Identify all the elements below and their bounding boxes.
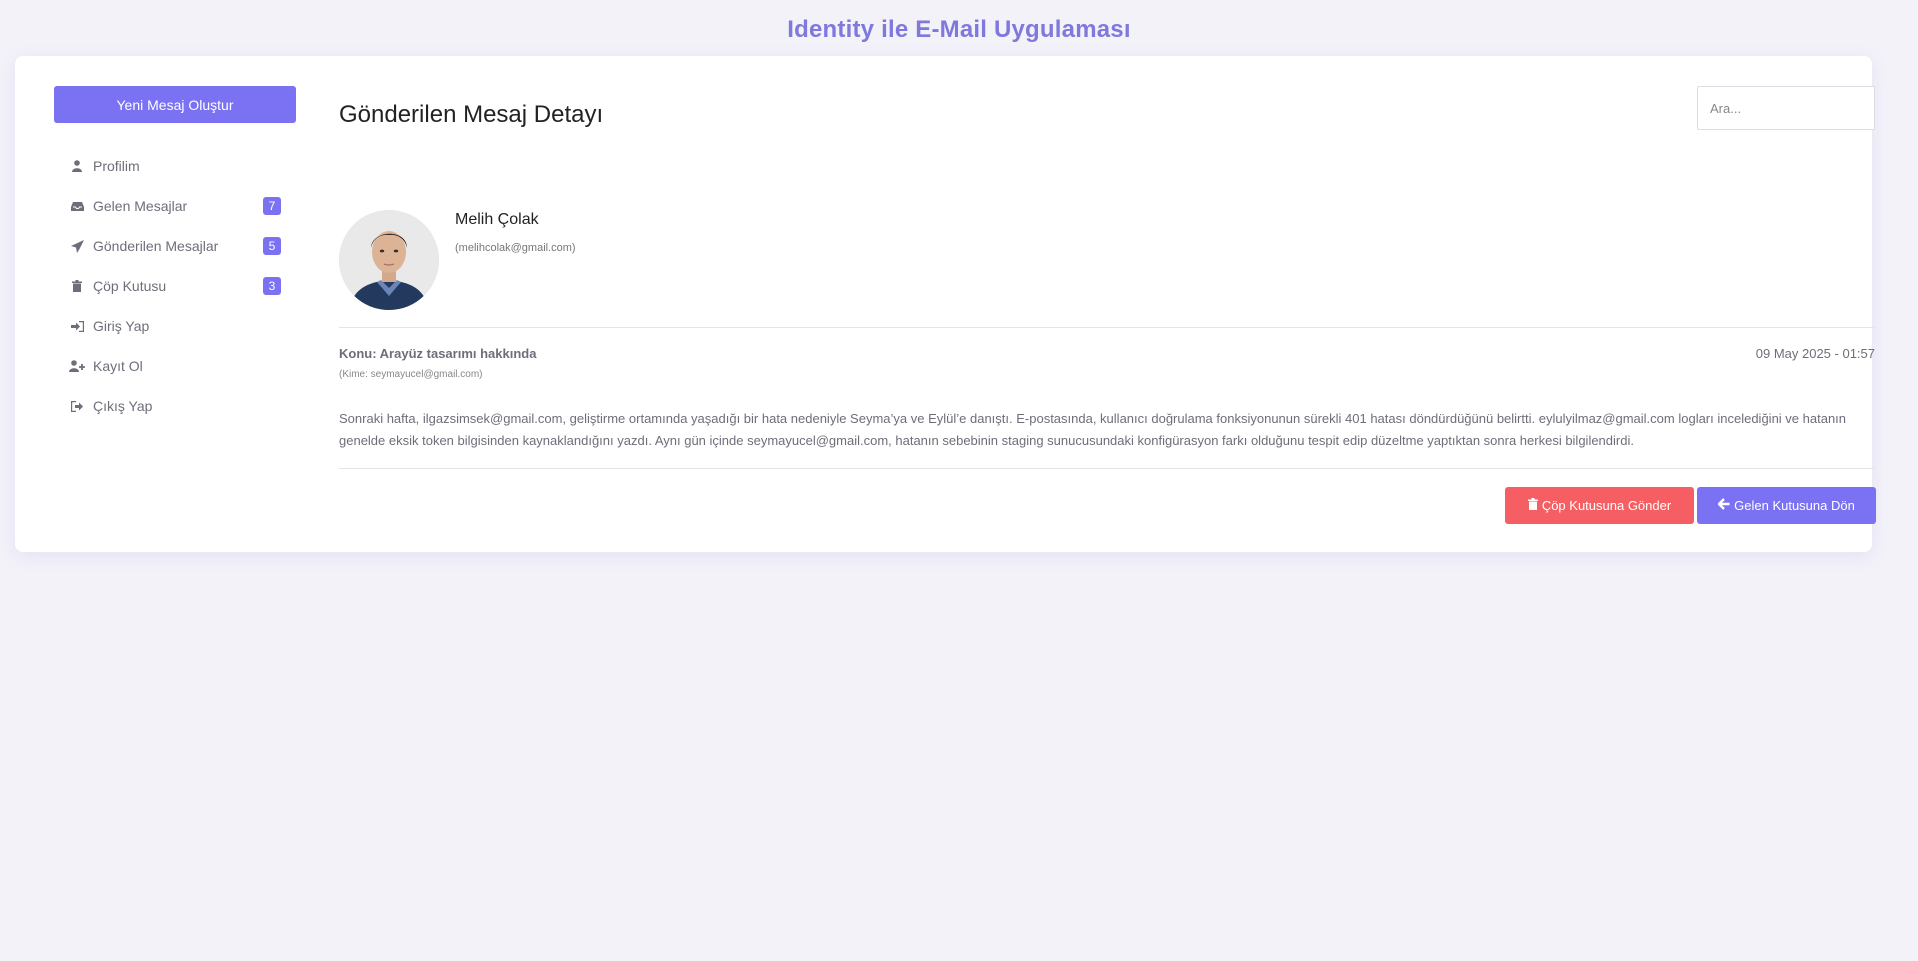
search-input[interactable] xyxy=(1697,86,1875,130)
message-body: Sonraki hafta, ilgazsimsek@gmail.com, ge… xyxy=(339,411,1847,448)
sidebar-item-profile[interactable]: Profilim xyxy=(54,146,296,186)
message-date: 09 May 2025 - 01:57 xyxy=(1755,346,1875,361)
trash-count-badge: 3 xyxy=(263,277,281,295)
sender-name: Melih Çolak xyxy=(455,211,539,228)
compose-button[interactable]: Yeni Mesaj Oluştur xyxy=(54,86,296,123)
back-to-inbox-button[interactable]: Gelen Kutusuna Dön xyxy=(1697,487,1876,524)
sidebar-item-label: Giriş Yap xyxy=(93,318,150,334)
paper-plane-icon xyxy=(69,239,85,253)
trash-icon xyxy=(69,279,85,293)
page-title: Gönderilen Mesaj Detayı xyxy=(339,101,604,128)
sender-email: (melihcolak@gmail.com) xyxy=(455,242,576,254)
sidebar-item-inbox[interactable]: Gelen Mesajlar 7 xyxy=(54,186,296,226)
sign-in-icon xyxy=(69,319,85,333)
sidebar-item-label: Gönderilen Mesajlar xyxy=(93,238,219,254)
main-card: Yeni Mesaj Oluştur Profilim Gelen Mesajl… xyxy=(15,56,1876,552)
app-title: Identity ile E-Mail Uygulaması xyxy=(787,16,1131,43)
sidebar-item-logout[interactable]: Çıkış Yap xyxy=(54,386,296,426)
sidebar-nav: Profilim Gelen Mesajlar 7 Gönderilen Mes… xyxy=(54,146,296,426)
sidebar-item-label: Çıkış Yap xyxy=(93,398,153,414)
trash-icon xyxy=(1527,498,1538,513)
user-plus-icon xyxy=(69,359,85,373)
user-icon xyxy=(69,159,85,173)
sidebar-item-register[interactable]: Kayıt Ol xyxy=(54,346,296,386)
divider xyxy=(339,468,1875,469)
move-to-trash-label: Çöp Kutusuna Gönder xyxy=(1541,498,1672,513)
arrow-left-icon xyxy=(1717,498,1730,513)
inbox-count-badge: 7 xyxy=(263,197,281,215)
sidebar-item-label: Gelen Mesajlar xyxy=(93,198,188,214)
sidebar-item-trash[interactable]: Çöp Kutusu 3 xyxy=(54,266,296,306)
sidebar-item-label: Çöp Kutusu xyxy=(93,278,167,294)
sign-out-icon xyxy=(69,399,85,413)
move-to-trash-button[interactable]: Çöp Kutusuna Gönder xyxy=(1505,487,1694,524)
back-to-inbox-label: Gelen Kutusuna Dön xyxy=(1734,498,1855,513)
sidebar-item-sent[interactable]: Gönderilen Mesajlar 5 xyxy=(54,226,296,266)
sidebar-item-label: Kayıt Ol xyxy=(93,358,143,374)
sidebar-item-label: Profilim xyxy=(93,158,140,174)
divider xyxy=(339,327,1875,328)
inbox-icon xyxy=(69,199,85,213)
sent-count-badge: 5 xyxy=(263,237,281,255)
sidebar-item-login[interactable]: Giriş Yap xyxy=(54,306,296,346)
message-subject: Konu: Arayüz tasarımı hakkında xyxy=(339,346,537,361)
message-recipient: (Kime: seymayucel@gmail.com) xyxy=(339,369,483,380)
sender-avatar xyxy=(339,210,439,310)
